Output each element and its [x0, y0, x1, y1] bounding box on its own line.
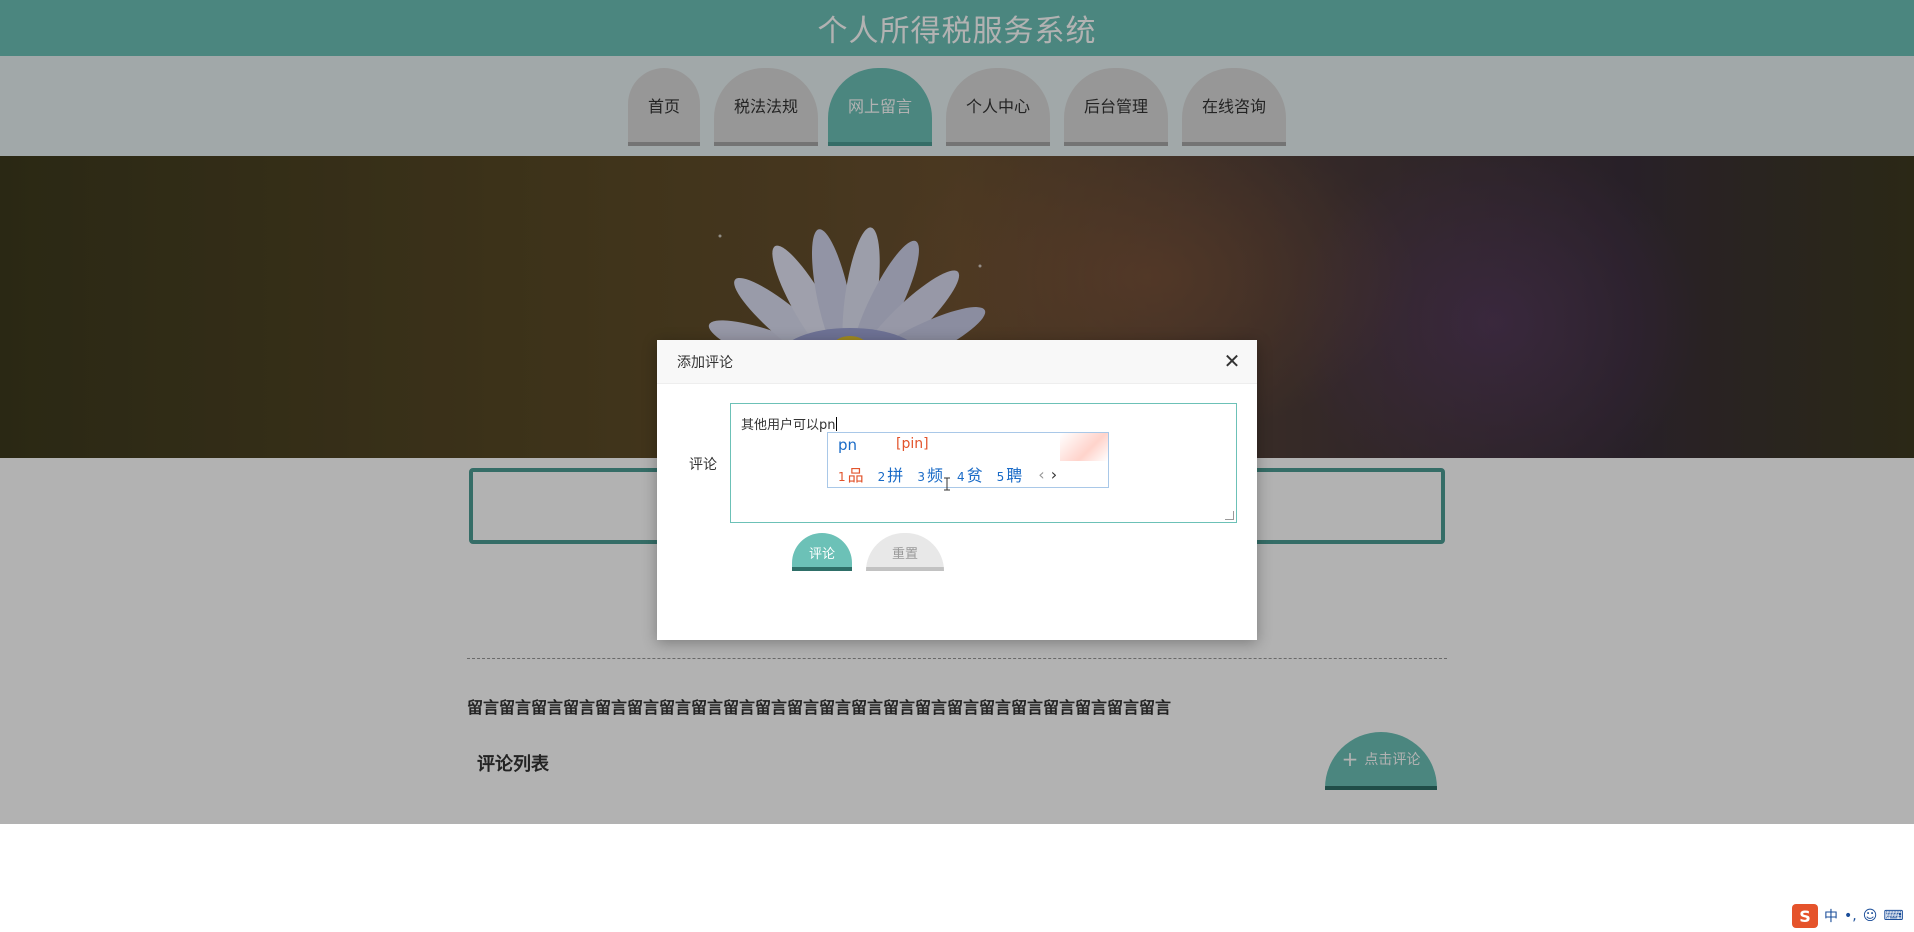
- dialog-title: 添加评论: [677, 354, 733, 371]
- ime-candidate-window: pn [pin] 1品 2拼 3频 4贫 5聘 ‹ ›: [827, 432, 1109, 488]
- punctuation-icon[interactable]: •,: [1844, 908, 1857, 924]
- comment-textarea-value: 其他用户可以pn: [741, 418, 836, 433]
- ime-composition-text: pn: [838, 436, 858, 454]
- chevron-left-icon[interactable]: ‹: [1038, 465, 1044, 484]
- text-caret: [835, 417, 837, 431]
- ime-candidate[interactable]: 1品: [838, 462, 864, 486]
- keyboard-icon[interactable]: ⌨: [1883, 908, 1903, 924]
- comment-field-label: 评论: [689, 457, 717, 473]
- submit-label: 评论: [808, 546, 835, 562]
- reset-button[interactable]: 重置: [866, 533, 944, 571]
- ime-candidate[interactable]: 3频: [917, 462, 943, 486]
- dialog-header: 添加评论 ✕: [657, 340, 1257, 384]
- submit-comment-button[interactable]: 评论: [792, 533, 852, 571]
- close-icon[interactable]: ✕: [1221, 350, 1243, 372]
- ime-candidate[interactable]: 2拼: [878, 462, 904, 486]
- ime-page-arrows: ‹ ›: [1038, 465, 1057, 484]
- reset-label: 重置: [891, 546, 918, 562]
- ime-pinyin-hint: [pin]: [896, 436, 929, 452]
- add-comment-dialog: 添加评论 ✕ 评论 其他用户可以pn pn [pin] 1品 2拼 3频 4贫 …: [657, 340, 1257, 640]
- ime-candidate[interactable]: 4贫: [957, 462, 983, 486]
- ime-candidate[interactable]: 5聘: [997, 462, 1023, 486]
- text-cursor-icon: [944, 477, 950, 491]
- chevron-right-icon[interactable]: ›: [1051, 465, 1057, 484]
- ime-mode-indicator[interactable]: 中: [1824, 906, 1838, 926]
- ime-status-bar: S 中 •, ☺ ⌨: [1784, 900, 1914, 932]
- ime-skin-decoration: [1060, 433, 1108, 461]
- resize-handle-icon[interactable]: [1225, 511, 1234, 520]
- sogou-logo-icon[interactable]: S: [1792, 904, 1818, 928]
- emoji-icon[interactable]: ☺: [1863, 908, 1878, 924]
